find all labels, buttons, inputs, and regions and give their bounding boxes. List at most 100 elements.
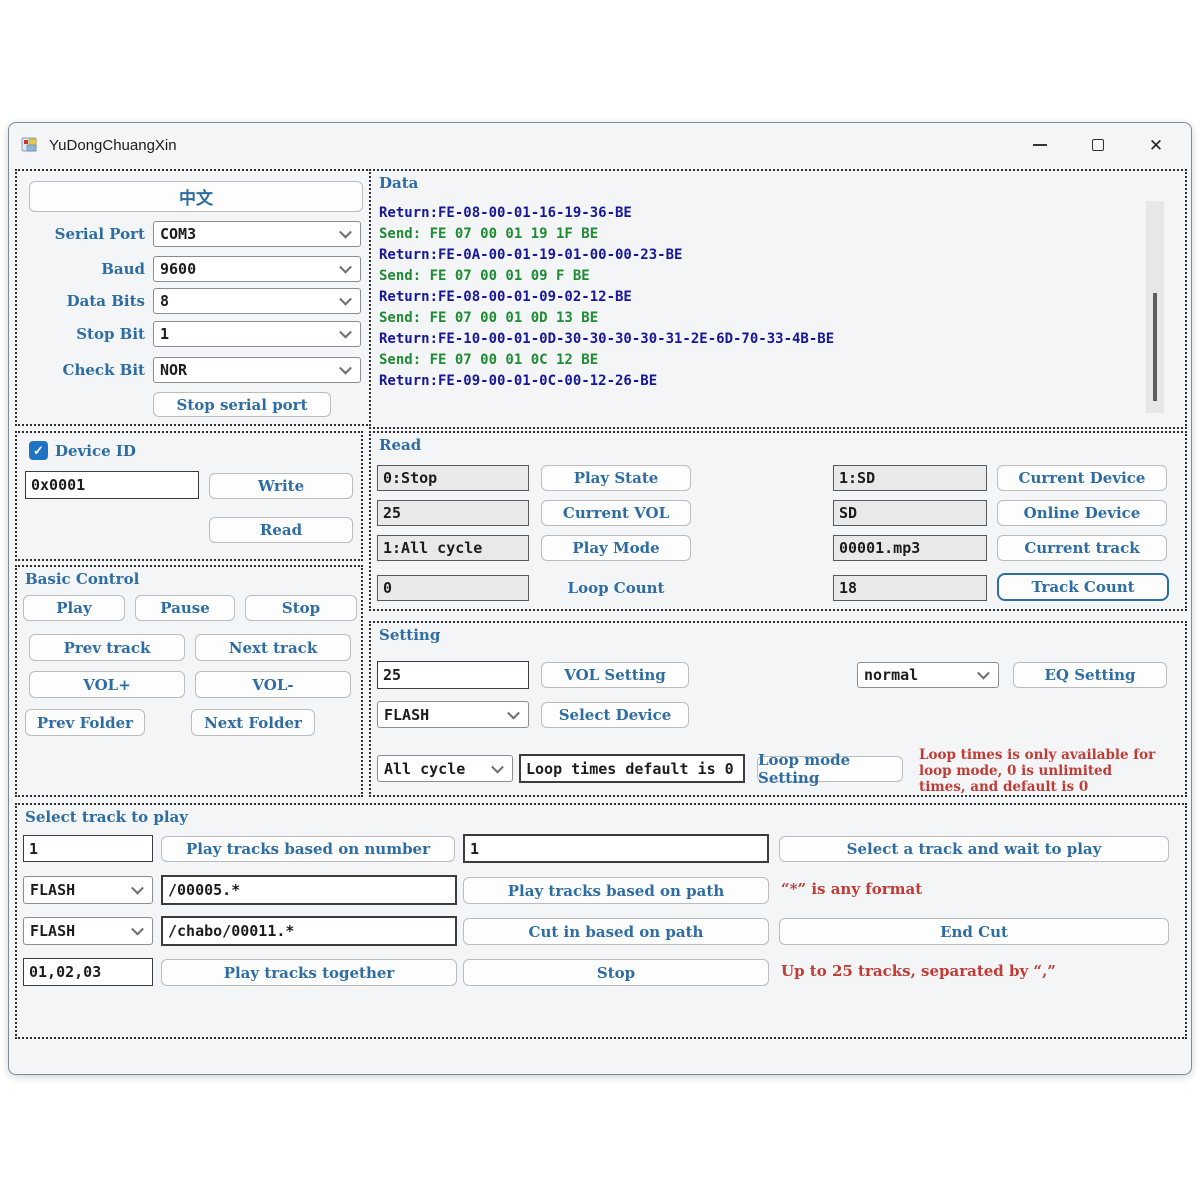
device-value: FLASH <box>384 706 429 724</box>
close-button[interactable]: ✕ <box>1127 123 1185 167</box>
eq-select[interactable]: normal <box>857 662 999 688</box>
data-log[interactable]: Return:FE-08-00-01-16-19-36-BE Send: FE … <box>379 203 834 392</box>
screenshot: YuDongChuangXin ✕ 中文 Serial Port COM3 Ba… <box>0 0 1200 1200</box>
play-state-button[interactable]: Play State <box>541 465 691 491</box>
minimize-button[interactable] <box>1011 123 1069 167</box>
loop-mode-value: All cycle <box>384 760 465 778</box>
language-button[interactable]: 中文 <box>29 181 363 212</box>
vol-minus-button[interactable]: VOL- <box>195 671 351 698</box>
vol-setting-input[interactable]: 25 <box>377 661 529 689</box>
cut-device-select[interactable]: FLASH <box>23 917 153 945</box>
track-count-value[interactable]: 18 <box>833 575 987 601</box>
track-number-input[interactable]: 1 <box>23 835 153 862</box>
next-folder-button[interactable]: Next Folder <box>191 709 315 736</box>
select-device-button[interactable]: Select Device <box>541 702 689 728</box>
vol-setting-button[interactable]: VOL Setting <box>541 662 689 688</box>
check-bit-select[interactable]: NOR <box>153 357 361 383</box>
data-panel: Data Return:FE-08-00-01-16-19-36-BE Send… <box>369 169 1187 429</box>
baud-select[interactable]: 9600 <box>153 256 361 282</box>
path-device-select[interactable]: FLASH <box>23 876 153 904</box>
stop-bit-value: 1 <box>160 325 169 343</box>
serial-panel: 中文 Serial Port COM3 Baud 9600 Data Bits … <box>15 169 371 426</box>
track-count-button[interactable]: Track Count <box>997 573 1169 601</box>
current-track-value[interactable]: 00001.mp3 <box>833 535 987 561</box>
prev-folder-button[interactable]: Prev Folder <box>25 709 145 736</box>
device-id-label: Device ID <box>55 442 165 460</box>
current-device-button[interactable]: Current Device <box>997 465 1167 491</box>
device-id-panel: ✓ Device ID 0x0001 Write Read <box>15 431 363 561</box>
log-line: Return:FE-10-00-01-0D-30-30-30-30-31-2E-… <box>379 329 834 350</box>
chevron-down-icon <box>339 226 352 239</box>
cut-device-value: FLASH <box>30 922 75 940</box>
loop-times-input[interactable]: Loop times default is 0 <box>519 754 745 783</box>
play-by-path-button[interactable]: Play tracks based on path <box>463 877 769 904</box>
stop-bit-select[interactable]: 1 <box>153 321 361 347</box>
app-icon <box>21 135 41 155</box>
select-and-wait-button[interactable]: Select a track and wait to play <box>779 836 1169 862</box>
play-mode-button[interactable]: Play Mode <box>541 535 691 561</box>
loop-mode-select[interactable]: All cycle <box>377 755 513 782</box>
cut-path-input[interactable]: /chabo/00011.* <box>161 916 457 946</box>
together-note: Up to 25 tracks, separated by “,” <box>781 963 1181 979</box>
current-device-value[interactable]: 1:SD <box>833 465 987 491</box>
setting-panel: Setting 25 VOL Setting normal EQ Setting… <box>369 621 1187 797</box>
chevron-down-icon <box>339 293 352 306</box>
play-mode-value[interactable]: 1:All cycle <box>377 535 529 561</box>
play-together-button[interactable]: Play tracks together <box>161 959 457 986</box>
basic-control-panel: Basic Control Play Pause Stop Prev track… <box>15 565 363 797</box>
log-line: Return:FE-08-00-01-16-19-36-BE <box>379 203 834 224</box>
write-button[interactable]: Write <box>209 473 353 499</box>
eq-value: normal <box>864 666 918 684</box>
play-by-number-button[interactable]: Play tracks based on number <box>161 836 455 862</box>
setting-panel-title: Setting <box>379 626 440 644</box>
title-bar[interactable]: YuDongChuangXin ✕ <box>9 123 1191 167</box>
cut-in-button[interactable]: Cut in based on path <box>463 918 769 945</box>
data-scrollbar[interactable] <box>1146 201 1164 413</box>
chevron-down-icon <box>339 326 352 339</box>
loop-mode-setting-button[interactable]: Loop mode Setting <box>757 756 903 782</box>
baud-label: Baud <box>17 260 145 278</box>
loop-count-label: Loop Count <box>541 575 691 601</box>
device-id-input[interactable]: 0x0001 <box>25 471 199 499</box>
read-button[interactable]: Read <box>209 517 353 543</box>
path-device-value: FLASH <box>30 881 75 899</box>
next-track-button[interactable]: Next track <box>195 634 351 661</box>
stop-together-button[interactable]: Stop <box>463 959 769 986</box>
online-device-value[interactable]: SD <box>833 500 987 526</box>
tracks-together-input[interactable]: 01,02,03 <box>23 958 153 986</box>
prev-track-button[interactable]: Prev track <box>29 634 185 661</box>
chevron-down-icon <box>131 882 144 895</box>
chevron-down-icon <box>339 261 352 274</box>
serial-port-value: COM3 <box>160 225 196 243</box>
current-track-button[interactable]: Current track <box>997 535 1167 561</box>
serial-port-select[interactable]: COM3 <box>153 221 361 247</box>
data-bits-select[interactable]: 8 <box>153 288 361 314</box>
maximize-button[interactable] <box>1069 123 1127 167</box>
check-bit-label: Check Bit <box>17 361 145 379</box>
play-button[interactable]: Play <box>23 595 125 621</box>
current-vol-button[interactable]: Current VOL <box>541 500 691 526</box>
close-icon: ✕ <box>1149 137 1163 154</box>
pause-button[interactable]: Pause <box>135 595 235 621</box>
online-device-button[interactable]: Online Device <box>997 500 1167 526</box>
play-state-value[interactable]: 0:Stop <box>377 465 529 491</box>
loop-note: Loop times is only available for loop mo… <box>919 747 1161 795</box>
chevron-down-icon <box>131 923 144 936</box>
track-panel-title: Select track to play <box>25 808 188 826</box>
log-line: Send: FE 07 00 01 09 F BE <box>379 266 834 287</box>
stop-button[interactable]: Stop <box>245 595 357 621</box>
wait-track-input[interactable]: 1 <box>463 834 769 863</box>
chevron-down-icon <box>491 760 504 773</box>
device-id-checkbox[interactable]: ✓ <box>29 441 48 460</box>
device-select[interactable]: FLASH <box>377 701 529 728</box>
end-cut-button[interactable]: End Cut <box>779 918 1169 945</box>
stop-serial-port-button[interactable]: Stop serial port <box>153 392 331 417</box>
current-vol-value[interactable]: 25 <box>377 500 529 526</box>
scrollbar-thumb[interactable] <box>1153 293 1157 401</box>
loop-count-value[interactable]: 0 <box>377 575 529 601</box>
basic-control-title: Basic Control <box>25 570 139 588</box>
path-input[interactable]: /00005.* <box>161 875 457 905</box>
eq-setting-button[interactable]: EQ Setting <box>1013 662 1167 688</box>
log-line: Return:FE-0A-00-01-19-01-00-00-23-BE <box>379 245 834 266</box>
vol-plus-button[interactable]: VOL+ <box>29 671 185 698</box>
